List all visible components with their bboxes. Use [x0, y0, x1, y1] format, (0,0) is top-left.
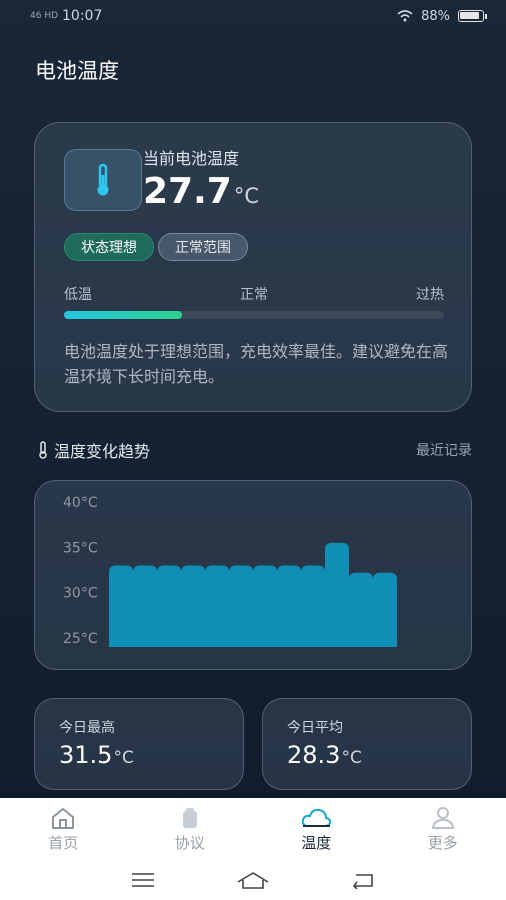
chart-bar-base [301, 573, 325, 647]
trend-section-header: 温度变化趋势 最近记录 [38, 438, 472, 462]
tab-more[interactable]: 更多 [393, 806, 493, 853]
tab-temperature-label: 温度 [301, 833, 332, 852]
stat-avg-label: 今日平均 [287, 720, 343, 736]
chart-bar-base [229, 573, 253, 647]
thermometer-small-icon [39, 441, 47, 459]
clock: 10:07 [62, 8, 103, 24]
cloud-icon [302, 808, 332, 827]
trend-title-wrap: 温度变化趋势 [38, 438, 150, 462]
scale-low-label: 低温 [64, 287, 92, 303]
tab-agreement-label: 协议 [174, 833, 205, 852]
temp-scale-labels: 低温 正常 过热 [64, 284, 444, 304]
status-right: 88% [397, 8, 487, 24]
stat-max-value-wrap: 31.5°C [59, 741, 134, 769]
document-icon [182, 807, 197, 828]
chart-bar-base [133, 573, 157, 647]
y-tick-label: 25°C [63, 631, 98, 647]
stat-avg-value-wrap: 28.3°C [287, 741, 362, 769]
chart-bar-base [349, 580, 373, 647]
trend-chart-card: 40°C 35°C 30°C 25°C [34, 480, 472, 670]
chart-bar-base [157, 573, 181, 647]
stat-max-label: 今日最高 [59, 720, 115, 736]
scale-normal-label: 正常 [240, 287, 268, 303]
trend-title: 温度变化趋势 [54, 442, 151, 461]
status-badge-normal-range: 正常范围 [158, 233, 248, 261]
home-icon [52, 807, 75, 829]
tab-home-label: 首页 [48, 833, 79, 852]
status-badges: 状态理想 正常范围 [64, 233, 248, 261]
page-title: 电池温度 [35, 59, 119, 83]
tab-home[interactable]: 首页 [13, 806, 113, 853]
stat-card-max: 今日最高 31.5°C [34, 698, 244, 790]
back-icon[interactable] [350, 871, 376, 889]
person-icon [431, 806, 454, 829]
stat-max-unit: °C [113, 748, 134, 768]
chart-bar-base [205, 573, 229, 647]
status-badge-ideal: 状态理想 [64, 233, 154, 261]
status-bar: 46 HD 10:07 88% [0, 0, 506, 32]
stat-card-avg: 今日平均 28.3°C [262, 698, 472, 790]
current-temp-label: 当前电池温度 [143, 149, 240, 168]
current-temp-card: 当前电池温度 27.7°C 状态理想 正常范围 低温 正常 过热 电池温度处于理… [34, 122, 472, 412]
thermometer-icon [97, 163, 109, 196]
signal-text: 46 HD [30, 11, 59, 21]
tab-more-label: 更多 [427, 833, 458, 852]
battery-percent: 88% [421, 8, 450, 24]
menu-icon[interactable] [130, 871, 156, 889]
temp-description: 电池温度处于理想范围，充电效率最佳。建议避免在高温环境下长时间充电。 [64, 342, 449, 386]
y-tick-label: 35°C [63, 540, 98, 556]
chart-bar-base [253, 573, 277, 647]
tab-temperature[interactable]: 温度 [266, 806, 366, 853]
chart-bar-base [325, 550, 349, 647]
tab-agreement[interactable]: 协议 [140, 806, 240, 853]
thermometer-icon-box [64, 149, 142, 211]
system-nav-bar [0, 860, 506, 900]
chart-bar-base [109, 573, 133, 647]
temp-level-fill [64, 311, 182, 319]
recent-records-link[interactable]: 最近记录 [416, 440, 472, 460]
y-tick-label: 40°C [63, 495, 98, 511]
chart-bar-base [181, 573, 205, 647]
current-temp-value: 27.7 [143, 171, 232, 212]
stat-max-value: 31.5 [59, 741, 113, 769]
stat-avg-unit: °C [341, 748, 362, 768]
bottom-tab-bar: 首页 协议 温度 更多 [0, 798, 506, 860]
current-temp-unit: °C [233, 184, 259, 208]
chart-bar-base [373, 580, 397, 647]
current-temp-value-wrap: 27.7°C [143, 171, 259, 212]
stat-avg-value: 28.3 [287, 741, 341, 769]
y-tick-label: 30°C [63, 586, 98, 602]
wifi-icon [397, 10, 413, 22]
trend-chart: 40°C 35°C 30°C 25°C [63, 495, 397, 647]
temp-level-track [64, 311, 444, 319]
chart-bar-base [277, 573, 301, 647]
status-left: 46 HD 10:07 [30, 8, 102, 24]
battery-icon [458, 10, 487, 22]
home-nav-icon[interactable] [236, 870, 270, 890]
scale-hot-label: 过热 [416, 287, 444, 303]
